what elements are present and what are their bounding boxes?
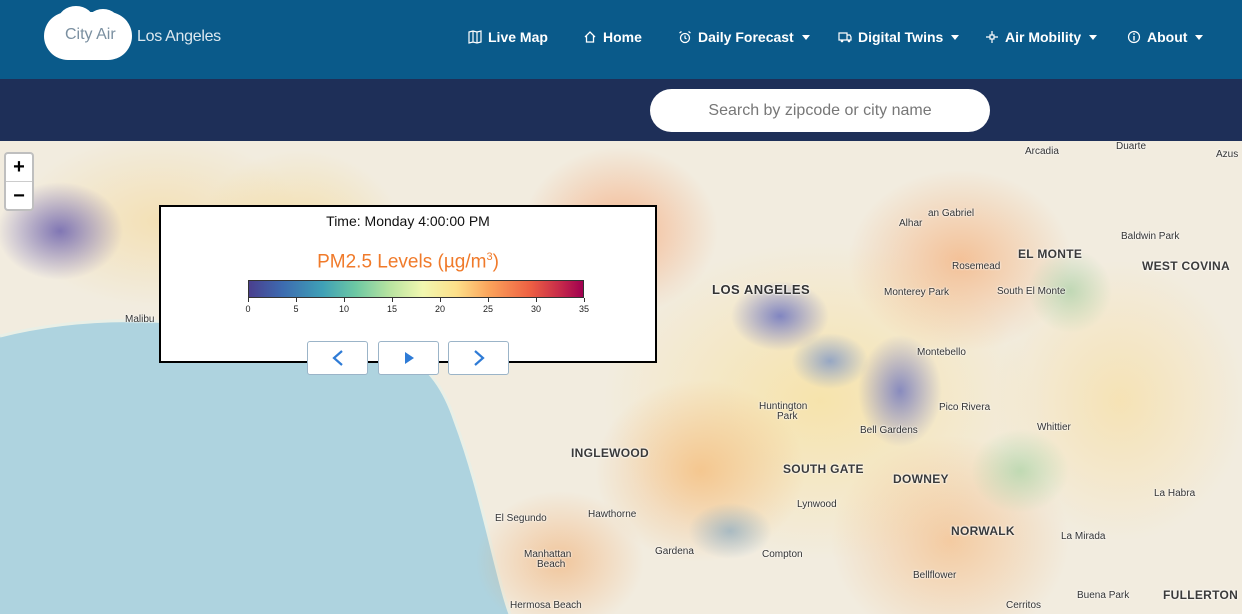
place-label: Montebello: [917, 347, 966, 358]
place-label: Azus: [1216, 149, 1239, 160]
truck-icon: [838, 32, 852, 43]
place-label: Cerritos: [1006, 600, 1042, 611]
place-label: LOS ANGELES: [712, 282, 811, 297]
place-label: Lynwood: [797, 499, 837, 510]
place-label: Whittier: [1037, 422, 1071, 433]
place-label: Rosemead: [952, 261, 1001, 272]
zoom-out-button[interactable]: −: [6, 182, 32, 210]
top-navbar: City Air Los Angeles Live Map Home Daily…: [0, 0, 1242, 79]
nav-live-map[interactable]: Live Map: [468, 27, 548, 47]
scale-tick-label: 30: [530, 304, 541, 314]
logo-name: City Air: [65, 26, 116, 43]
nav-home[interactable]: Home: [583, 27, 642, 47]
chevron-down-icon: [801, 34, 810, 40]
place-label: INGLEWOOD: [571, 446, 650, 460]
chevron-down-icon: [1195, 34, 1204, 40]
home-icon: [584, 31, 596, 43]
play-button[interactable]: [378, 341, 439, 375]
scale-tick-mark: [536, 298, 537, 302]
color-scale-bar: [248, 280, 584, 298]
place-label: La Habra: [1154, 488, 1196, 499]
place-label: EL MONTE: [1018, 247, 1083, 261]
chevron-down-icon: [951, 34, 960, 40]
nav-label: Digital Twins: [858, 29, 944, 45]
place-label: South El Monte: [997, 286, 1066, 297]
map-icon: [468, 30, 482, 44]
search-input[interactable]: [650, 89, 990, 132]
scale-tick-mark: [584, 298, 585, 302]
scale-tick-label: 15: [386, 304, 397, 314]
scale-tick-label: 10: [338, 304, 349, 314]
time-label: Time: Monday 4:00:00 PM: [326, 213, 490, 229]
place-label: El Segundo: [495, 513, 547, 524]
place-label: Buena Park: [1077, 590, 1130, 601]
place-label: FULLERTON: [1163, 588, 1239, 602]
play-icon: [404, 352, 414, 364]
place-label: Duarte: [1116, 141, 1147, 152]
place-label: WEST COVINA: [1142, 259, 1230, 273]
logo-city: Los Angeles: [137, 28, 221, 45]
place-label: Bellflower: [913, 570, 957, 581]
place-label: La Mirada: [1061, 531, 1106, 542]
next-icon: [473, 350, 485, 366]
scale-tick-mark: [248, 298, 249, 302]
place-label: Monterey Park: [884, 287, 950, 298]
scale-tick-mark: [344, 298, 345, 302]
scale-tick-mark: [440, 298, 441, 302]
nav-label: About: [1147, 29, 1188, 45]
drone-icon: [986, 31, 998, 43]
scale-tick-mark: [488, 298, 489, 302]
place-label: Pico Rivera: [939, 402, 991, 413]
place-label: an Gabriel: [928, 208, 975, 219]
nav-label: Daily Forecast: [698, 29, 794, 45]
scale-tick-label: 5: [293, 304, 299, 314]
nav-label: Live Map: [488, 29, 548, 45]
search-band: [0, 79, 1242, 141]
previous-button[interactable]: [307, 341, 368, 375]
place-label: SOUTH GATE: [783, 462, 864, 476]
zoom-control: + −: [4, 152, 34, 211]
info-icon: [1127, 30, 1141, 44]
scale-tick-label: 35: [578, 304, 589, 314]
scale-tick-label: 0: [245, 304, 251, 314]
scale-tick-mark: [392, 298, 393, 302]
legend-panel: Time: Monday 4:00:00 PM PM2.5 Levels (µg…: [159, 205, 657, 363]
place-label: NORWALK: [951, 524, 1015, 538]
scale-tick-label: 25: [482, 304, 493, 314]
nav-digital-twins[interactable]: Digital Twins: [838, 27, 960, 47]
place-label: Alhar: [899, 218, 923, 229]
nav-label: Home: [603, 29, 642, 45]
chevron-down-icon: [1089, 34, 1098, 40]
place-label: Arcadia: [1025, 146, 1059, 157]
scale-tick-label: 20: [434, 304, 445, 314]
legend-title: PM2.5 Levels (µg/m3): [161, 251, 655, 273]
place-label: Compton: [762, 549, 803, 560]
alarm-clock-icon: [679, 31, 691, 44]
nav-daily-forecast[interactable]: Daily Forecast: [678, 27, 810, 47]
zoom-in-button[interactable]: +: [6, 154, 32, 182]
nav-about[interactable]: About: [1127, 27, 1204, 47]
nav-label: Air Mobility: [1005, 29, 1082, 45]
legend-title-close: ): [492, 251, 499, 273]
nav-air-mobility[interactable]: Air Mobility: [985, 27, 1098, 47]
place-label: Park: [777, 411, 798, 422]
place-label: DOWNEY: [893, 472, 949, 486]
place-label: Bell Gardens: [860, 425, 918, 436]
place-label: Baldwin Park: [1121, 231, 1180, 242]
place-label: Beach: [537, 559, 566, 570]
next-button[interactable]: [448, 341, 509, 375]
place-label: Malibu: [125, 314, 155, 325]
place-label: Gardena: [655, 546, 694, 557]
legend-title-main: PM2.5 Levels (µg/m: [317, 251, 487, 273]
previous-icon: [331, 350, 343, 366]
scale-tick-mark: [296, 298, 297, 302]
place-label: Hawthorne: [588, 509, 637, 520]
place-label: Hermosa Beach: [510, 600, 582, 611]
